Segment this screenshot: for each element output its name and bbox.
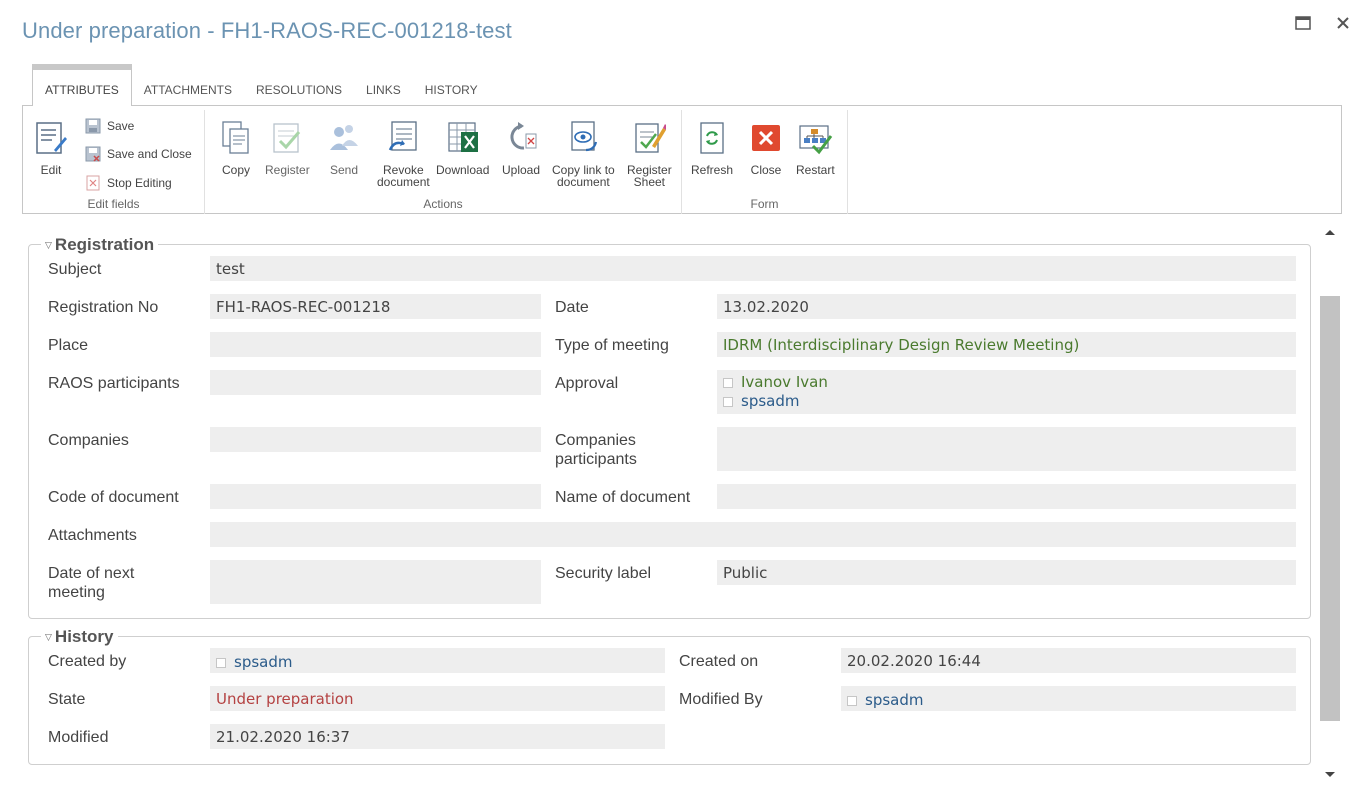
companies-label: Companies	[48, 432, 129, 449]
created-by-field: spsadm	[210, 648, 665, 673]
tab-attachments[interactable]: ATTACHMENTS	[132, 64, 244, 106]
copy-button[interactable]: Copy	[218, 118, 254, 176]
revoke-document-button[interactable]: Revoke document	[377, 118, 430, 188]
register-sheet-button[interactable]: Register Sheet	[627, 118, 672, 188]
tab-resolutions[interactable]: RESOLUTIONS	[244, 64, 354, 106]
approval-user-item[interactable]: Ivanov Ivan	[723, 373, 1290, 392]
state-label: State	[48, 691, 86, 708]
type-of-meeting-field[interactable]: IDRM (Interdisciplinary Design Review Me…	[717, 332, 1296, 357]
user-presence-icon	[723, 396, 733, 407]
registration-no-field[interactable]: FH1-RAOS-REC-001218	[210, 294, 541, 319]
upload-button[interactable]: Upload	[502, 118, 540, 176]
register-icon	[269, 118, 305, 158]
tab-history[interactable]: HISTORY	[413, 64, 490, 106]
place-field[interactable]	[210, 332, 541, 357]
download-button[interactable]: Download	[436, 118, 489, 176]
attachments-label: Attachments	[48, 527, 137, 544]
ribbon: Edit Save Save and Close Stop Editing Ed…	[22, 105, 1342, 214]
copy-link-icon	[565, 118, 601, 158]
scroll-down-arrow-icon[interactable]	[1324, 766, 1336, 784]
ribbon-tabs: ATTRIBUTES ATTACHMENTS RESOLUTIONS LINKS…	[32, 64, 490, 106]
user-presence-icon	[216, 657, 226, 668]
register-sheet-icon	[631, 118, 667, 158]
registration-no-label: Registration No	[48, 299, 159, 316]
name-of-document-label: Name of document	[555, 489, 691, 506]
tab-attributes[interactable]: ATTRIBUTES	[32, 64, 132, 106]
save-close-icon	[85, 146, 101, 162]
edit-fields-group: Edit Save Save and Close Stop Editing Ed…	[23, 110, 205, 214]
form-group-label: Form	[750, 197, 779, 211]
date-label: Date	[555, 299, 589, 316]
created-on-label: Created on	[679, 653, 759, 670]
close-icon[interactable]	[1332, 12, 1354, 34]
date-field[interactable]: 13.02.2020	[717, 294, 1296, 319]
code-of-document-label: Code of document	[48, 489, 179, 506]
revoke-document-icon	[385, 118, 421, 158]
actions-group: Copy Register Send Revoke document Downl…	[205, 110, 682, 214]
collapse-triangle-icon[interactable]: ▽	[45, 240, 52, 251]
companies-participants-label: Companies participants	[555, 432, 637, 468]
history-legend[interactable]: ▽ History	[41, 627, 118, 647]
type-of-meeting-label: Type of meeting	[555, 337, 669, 354]
modified-label: Modified	[48, 729, 109, 746]
modified-by-user[interactable]: spsadm	[847, 691, 1290, 710]
send-icon	[326, 118, 362, 158]
name-of-document-field[interactable]	[717, 484, 1296, 509]
user-presence-icon	[723, 377, 733, 388]
created-by-label: Created by	[48, 653, 127, 670]
actions-group-label: Actions	[423, 197, 463, 211]
approval-label: Approval	[555, 375, 619, 392]
modified-field: 21.02.2020 16:37	[210, 724, 665, 749]
close-form-icon	[748, 118, 784, 158]
state-field: Under preparation	[210, 686, 665, 711]
send-button[interactable]: Send	[326, 118, 362, 176]
security-label-field[interactable]: Public	[717, 560, 1296, 585]
restart-button[interactable]: Restart	[796, 118, 835, 176]
subject-label: Subject	[48, 261, 102, 278]
excel-download-icon	[445, 118, 481, 158]
copy-link-button[interactable]: Copy link to document	[552, 118, 615, 188]
approval-user-item[interactable]: spsadm	[723, 392, 1290, 411]
tab-links[interactable]: LINKS	[354, 64, 413, 106]
edit-icon	[33, 118, 69, 158]
collapse-triangle-icon[interactable]: ▽	[45, 632, 52, 643]
created-on-field: 20.02.2020 16:44	[841, 648, 1296, 673]
security-label-label: Security label	[555, 565, 652, 582]
upload-icon	[503, 118, 539, 158]
approval-field[interactable]: Ivanov Ivan spsadm	[717, 370, 1296, 414]
raos-participants-label: RAOS participants	[48, 375, 180, 392]
date-of-next-meeting-field[interactable]	[210, 560, 541, 604]
scrollbar-thumb[interactable]	[1320, 296, 1340, 721]
close-button[interactable]: Close	[748, 118, 784, 176]
companies-participants-field[interactable]	[717, 427, 1296, 471]
scroll-up-arrow-icon[interactable]	[1324, 223, 1336, 241]
registration-legend[interactable]: ▽ Registration	[41, 235, 159, 255]
refresh-button[interactable]: Refresh	[691, 118, 733, 176]
attachments-field[interactable]	[210, 522, 1296, 547]
dialog-title: Under preparation - FH1-RAOS-REC-001218-…	[22, 18, 512, 43]
modified-by-label: Modified By	[679, 691, 763, 708]
register-button[interactable]: Register	[265, 118, 310, 176]
stop-editing-icon	[85, 175, 101, 191]
modified-by-field: spsadm	[841, 686, 1296, 711]
user-presence-icon	[847, 695, 857, 706]
restart-workflow-icon	[797, 118, 833, 158]
raos-participants-field[interactable]	[210, 370, 541, 395]
save-and-close-button[interactable]: Save and Close	[85, 146, 192, 162]
code-of-document-field[interactable]	[210, 484, 541, 509]
created-by-user[interactable]: spsadm	[216, 653, 659, 672]
edit-button[interactable]: Edit	[33, 118, 69, 176]
copy-icon	[218, 118, 254, 158]
save-icon	[85, 118, 101, 134]
place-label: Place	[48, 337, 89, 354]
edit-fields-group-label: Edit fields	[87, 197, 140, 211]
date-of-next-meeting-label: Date of next meeting	[48, 565, 135, 601]
maximize-icon[interactable]	[1292, 12, 1314, 34]
subject-field[interactable]: test	[210, 256, 1296, 281]
refresh-icon	[694, 118, 730, 158]
form-group: Refresh Close Restart Form	[682, 110, 848, 214]
save-button[interactable]: Save	[85, 118, 134, 134]
companies-field[interactable]	[210, 427, 541, 452]
stop-editing-button[interactable]: Stop Editing	[85, 175, 172, 191]
